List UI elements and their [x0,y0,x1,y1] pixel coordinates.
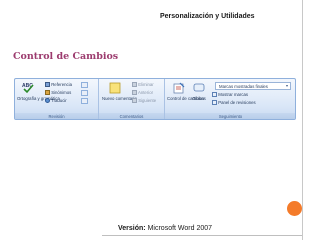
track-changes-button[interactable]: Control de cambios [167,81,205,109]
next-comment-button[interactable]: Siguiente [132,98,157,104]
block-icon[interactable] [81,98,88,104]
display-for-review-dropdown[interactable]: Marcas mostradas finales ▾ [215,82,291,90]
ribbon-group-comments: Nuevo comentario Eliminar Anterior Sigui… [99,79,165,119]
delete-comment-label: Eliminar [138,82,154,87]
chevron-down-icon: ▾ [285,83,288,88]
version-label: Versión: [118,225,146,232]
group-label-revision: Revisión [15,113,98,119]
balloons-icon [193,83,205,92]
decorative-circle [287,201,302,216]
reference-icon [45,82,50,88]
track-changes-icon [173,82,185,94]
balloons-button[interactable]: Globos [191,81,207,109]
display-for-review-value: Marcas mostradas finales [219,84,268,89]
thesaurus-button[interactable]: Sinónimos [45,90,72,96]
spell-check-icon: ABC [22,83,34,94]
word-count-icon[interactable] [81,90,88,96]
new-comment-icon [109,82,121,94]
reference-button[interactable]: Referencia [45,82,72,88]
translate-label: Traducir [51,98,67,103]
next-comment-icon [132,98,137,104]
ribbon-group-revision: ABC Ortografía y gramática Referencia Si… [15,79,99,119]
thesaurus-icon [45,90,50,96]
reviewing-pane-icon [212,100,217,106]
translate-button[interactable]: Traducir [45,98,67,104]
reviewing-pane-button[interactable]: Panel de revisiones [212,100,256,106]
next-comment-label: Siguiente [138,98,157,103]
group-label-comments: Comentarios [99,113,164,119]
thesaurus-label: Sinónimos [51,90,72,95]
show-markup-icon [212,92,217,98]
header-title: Personalización y Utilidades [160,13,255,20]
delete-comment-icon [132,82,137,88]
page-title: Control de Cambios [13,51,119,62]
previous-comment-icon [132,90,137,96]
delete-comment-button[interactable]: Eliminar [132,82,154,88]
track-changes-label: Control de cambios [167,96,205,101]
new-comment-label: Nuevo comentario [102,96,137,101]
new-comment-button[interactable]: Nuevo comentario [102,81,137,109]
version-value: Microsoft Word 2007 [147,225,213,232]
reviewing-pane-label: Panel de revisiones [218,100,256,105]
group-label-tracking: Seguimiento [165,113,295,119]
review-ribbon: ABC Ortografía y gramática Referencia Si… [14,78,296,120]
translate-icon [45,98,50,104]
language-icon[interactable] [81,82,88,88]
previous-comment-button[interactable]: Anterior [132,90,154,96]
show-markup-button[interactable]: Mostrar marcas [212,92,249,98]
previous-comment-label: Anterior [137,90,154,95]
spelling-grammar-button[interactable]: ABC Ortografía y gramática [17,81,60,109]
side-divider [302,0,303,240]
spelling-grammar-label: Ortografía y gramática [17,96,60,101]
show-markup-label: Mostrar marcas [218,92,249,97]
balloons-label: Globos [192,96,206,101]
footer-divider [102,235,302,236]
version-footer: Versión: Microsoft Word 2007 [118,225,212,232]
reference-label: Referencia [51,82,72,87]
